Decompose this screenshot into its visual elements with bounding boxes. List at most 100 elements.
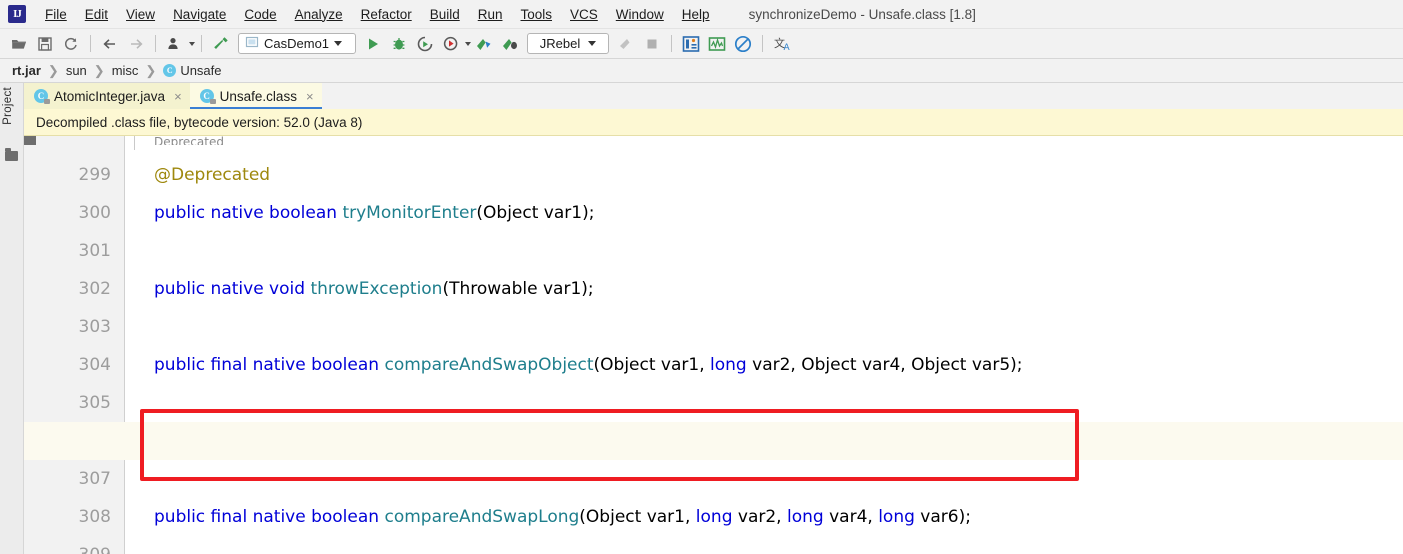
refresh-icon[interactable] [59,32,83,56]
breadcrumb-item-rtjar[interactable]: rt.jar [10,63,43,78]
editor-tab-bar: C AtomicInteger.java × C Unsafe.class × [24,83,1403,109]
code-content[interactable]: @Deprecated public native boolean tryMoni… [126,136,1403,554]
decompiled-notification-banner: Decompiled .class file, bytecode version… [24,109,1403,136]
menu-build-label: Build [429,6,460,22]
menu-vcs-label: VCS [570,6,598,22]
close-icon[interactable]: × [306,89,314,104]
code-line[interactable]: public native boolean tryMonitorEnter (Ob… [154,194,594,232]
debug-icon[interactable] [387,32,411,56]
menu-tools[interactable]: Tools [512,4,562,25]
left-tool-window-strip: Project [0,83,24,554]
menu-navigate-label: Navigate [173,6,227,22]
menu-run[interactable]: Run [469,4,512,25]
line-number: 309 [79,536,111,554]
fold-marker-icon[interactable] [24,136,36,145]
code-token: public final native boolean [154,507,385,527]
chevron-down-icon[interactable] [588,41,597,46]
chevron-down-icon[interactable] [189,41,195,46]
line-number: 301 [78,241,111,261]
jrebel-run-icon[interactable] [472,32,496,56]
java-class-icon: C [199,89,216,104]
breadcrumb-item-unsafe[interactable]: C Unsafe [161,63,223,78]
monitor-icon[interactable] [705,32,729,56]
editor-gutter[interactable]: 299300301302303304305306307308309 [24,136,125,554]
forward-arrow-icon[interactable] [124,32,148,56]
chevron-down-icon[interactable] [334,41,343,46]
code-token: var2, Object var4, Object var5); [746,355,1023,375]
back-arrow-icon[interactable] [98,32,122,56]
code-token: var2, [732,507,787,527]
save-icon[interactable] [33,32,57,56]
code-line[interactable]: public native void throwException (Throwa… [154,270,594,308]
code-token: tryMonitorEnter [342,203,477,223]
code-token: compareAndSwapObject [384,355,594,375]
menu-refactor[interactable]: Refactor [352,4,421,25]
banner-text: Decompiled .class file, bytecode version… [36,114,363,130]
menu-help[interactable]: Help [673,4,719,25]
menu-tools-label: Tools [520,6,553,22]
jrebel-selector[interactable]: JRebel [527,33,609,54]
breadcrumb-separator: ❯ [47,62,59,78]
code-token: @Deprecated [154,165,271,185]
code-line[interactable]: public final native boolean compareAndSw… [154,346,1023,384]
close-icon[interactable]: × [174,89,182,104]
app-logo-icon: IJ [8,5,26,23]
menu-window[interactable]: Window [607,4,673,25]
no-entry-icon[interactable] [731,32,755,56]
jrebel-debug-icon[interactable] [498,32,522,56]
code-token: long [787,507,824,527]
menu-window-label: Window [615,6,664,22]
menu-vcs[interactable]: VCS [561,4,607,25]
menu-file-label: File [45,6,67,22]
run-configuration-selector[interactable]: CasDemo1 [238,33,356,54]
code-token: (Object var1, [579,507,696,527]
menu-edit-label: Edit [84,6,109,22]
run-icon[interactable] [361,32,385,56]
code-token: long [878,507,915,527]
toolbar-separator [762,35,763,52]
code-editor[interactable]: 299300301302303304305306307308309 Deprec… [24,136,1403,554]
menu-navigate[interactable]: Navigate [164,4,235,25]
breadcrumb-separator: ❯ [145,62,157,78]
main-toolbar: CasDemo1 JRebel 文 A [0,29,1403,59]
toolbar-separator [90,35,91,52]
code-line[interactable]: public final native boolean compareAndSw… [154,498,971,536]
tab-atomicinteger-java[interactable]: C AtomicInteger.java × [24,83,190,109]
menu-view[interactable]: View [117,4,164,25]
breadcrumb-item-sun[interactable]: sun [64,63,89,78]
sidebar-item-project[interactable]: Project [2,87,14,125]
tab-unsafe-class[interactable]: C Unsafe.class × [189,83,322,109]
vcs-update-icon[interactable] [163,32,187,56]
code-token: var6); [914,507,971,527]
toolbar-separator [671,35,672,52]
chevron-down-icon[interactable] [465,41,471,46]
code-token: long [710,355,747,375]
code-token: public final native boolean [154,355,385,375]
folder-icon[interactable] [5,148,18,161]
attach-icon [614,32,638,56]
menu-run-label: Run [477,6,503,22]
window-title: synchronizeDemo - Unsafe.class [1.8] [748,6,976,22]
breadcrumb-separator: ❯ [93,62,105,78]
menu-file[interactable]: File [36,4,76,25]
menu-edit[interactable]: Edit [76,4,117,25]
translate-icon[interactable]: 文A [770,32,794,56]
breadcrumb-item-misc[interactable]: misc [110,63,141,78]
run-config-icon [245,35,259,52]
menu-help-label: Help [681,6,710,22]
build-hammer-icon[interactable] [209,32,233,56]
menu-code-label: Code [244,6,277,22]
intellij-window: IJ File Edit View Navigate Code Analyze … [0,0,1403,554]
menu-refactor-label: Refactor [360,6,412,22]
code-line[interactable]: @Deprecated [154,156,270,194]
menu-analyze[interactable]: Analyze [286,4,352,25]
menu-build[interactable]: Build [421,4,469,25]
line-number: 304 [78,355,111,375]
menu-code[interactable]: Code [235,4,285,25]
jrebel-label: JRebel [539,36,581,51]
structure-icon[interactable] [679,32,703,56]
run-with-coverage-icon[interactable] [413,32,437,56]
profiler-icon[interactable] [439,32,463,56]
code-token: throwException [310,279,443,299]
open-folder-icon[interactable] [7,32,31,56]
